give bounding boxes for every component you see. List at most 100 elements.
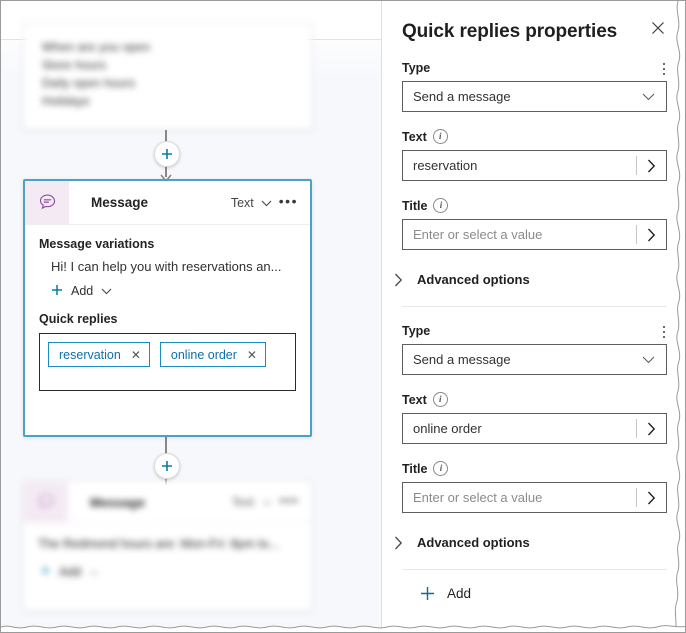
advanced-options-toggle-1[interactable]: Advanced options xyxy=(394,272,667,287)
authoring-canvas[interactable]: When are you open Store hours Daily open… xyxy=(1,1,381,632)
kebab-dot xyxy=(662,325,666,329)
section-more-options-icon[interactable] xyxy=(655,322,673,342)
message-bubble-icon xyxy=(25,181,69,224)
trigger-phrase-list: When are you open Store hours Daily open… xyxy=(24,24,311,110)
trigger-phrase: Daily open hours xyxy=(42,76,136,90)
title-field-group-1: Title i Enter or select a value xyxy=(402,198,667,250)
trigger-node-card[interactable]: When are you open Store hours Daily open… xyxy=(23,23,312,130)
app-window: When are you open Store hours Daily open… xyxy=(0,0,686,633)
message-bubble-icon xyxy=(24,482,68,522)
kebab-dot xyxy=(662,335,666,339)
chevron-right-icon xyxy=(394,536,403,550)
quick-reply-chip[interactable]: reservation ✕ xyxy=(48,342,150,367)
title-input-placeholder: Enter or select a value xyxy=(413,490,543,505)
chevron-down-icon[interactable] xyxy=(261,196,272,210)
info-icon[interactable]: i xyxy=(432,392,448,407)
info-icon[interactable]: i xyxy=(432,129,448,144)
quick-replies-container[interactable]: reservation ✕ online order ✕ xyxy=(39,333,296,391)
next-node-header: Message Text ••• xyxy=(24,482,311,523)
properties-panel: Quick replies properties Type Send a mes… xyxy=(382,1,685,632)
info-icon[interactable]: i xyxy=(433,461,449,476)
advanced-options-toggle-2[interactable]: Advanced options xyxy=(394,535,667,550)
section-divider xyxy=(402,306,667,307)
plus-icon xyxy=(420,586,435,601)
message-variation-text[interactable]: Hi! I can help you with reservations an.… xyxy=(39,259,296,274)
chevron-right-icon[interactable] xyxy=(637,228,666,242)
text-input-1[interactable]: reservation xyxy=(402,150,667,181)
text-label: Text i xyxy=(402,129,667,144)
type-label: Type xyxy=(402,324,667,338)
title-label: Title i xyxy=(402,198,667,213)
text-input-2[interactable]: online order xyxy=(402,413,667,444)
node-more-options-icon[interactable]: ••• xyxy=(280,493,299,508)
next-node-text: The Redmond hours are: Mon-Fri: 8pm to..… xyxy=(38,537,280,551)
page-title: Quick replies properties xyxy=(402,21,618,42)
text-input-value: online order xyxy=(413,421,482,436)
message-node-header: Message Text ••• xyxy=(25,181,310,225)
message-node-card[interactable]: Message Text ••• Message variations Hi! … xyxy=(23,179,312,437)
add-variation-button[interactable]: Add xyxy=(39,284,296,298)
title-label-text: Title xyxy=(402,198,428,213)
panel-divider xyxy=(381,1,382,632)
node-type-dropdown-label[interactable]: Text xyxy=(232,495,254,509)
message-node-title: Message xyxy=(91,195,149,210)
chevron-down-icon[interactable] xyxy=(262,495,272,509)
close-icon[interactable]: ✕ xyxy=(247,349,257,361)
text-label-text: Text xyxy=(402,392,427,407)
chevron-down-icon xyxy=(642,93,666,101)
section-more-options-icon[interactable] xyxy=(655,59,673,79)
next-message-node-card[interactable]: Message Text ••• The Redmond hours are: … xyxy=(23,481,312,611)
kebab-dot xyxy=(662,330,666,334)
chevron-right-icon[interactable] xyxy=(637,159,666,173)
kebab-dot xyxy=(662,62,666,66)
quick-reply-chip-label: online order xyxy=(170,347,237,362)
node-type-dropdown-label[interactable]: Text xyxy=(231,196,254,210)
quick-reply-chip[interactable]: online order ✕ xyxy=(159,342,266,367)
text-input-value: reservation xyxy=(413,158,478,173)
trigger-phrase: Holidays xyxy=(42,94,90,108)
close-icon[interactable] xyxy=(649,20,667,42)
title-input-1[interactable]: Enter or select a value xyxy=(402,219,667,250)
chevron-right-icon xyxy=(394,273,403,287)
add-node-button[interactable] xyxy=(154,141,180,167)
type-label-text: Type xyxy=(402,324,431,338)
type-label-text: Type xyxy=(402,61,431,75)
trigger-phrase: When are you open xyxy=(42,40,151,54)
type-field-group-2: Type Send a message xyxy=(402,324,667,375)
type-dropdown-2[interactable]: Send a message xyxy=(402,344,667,375)
trigger-phrase: Store hours xyxy=(42,58,107,72)
add-quick-reply-button[interactable]: Add xyxy=(420,586,667,601)
next-node-add-button[interactable]: Add xyxy=(38,565,297,579)
chevron-right-icon[interactable] xyxy=(637,422,666,436)
add-node-button[interactable] xyxy=(154,453,180,479)
section-divider xyxy=(402,569,667,570)
type-dropdown-value: Send a message xyxy=(413,89,511,104)
info-icon[interactable]: i xyxy=(433,198,449,213)
title-input-placeholder: Enter or select a value xyxy=(413,227,543,242)
advanced-options-label: Advanced options xyxy=(417,272,530,287)
kebab-dot xyxy=(662,72,666,76)
message-node-header-actions: Text ••• xyxy=(231,194,310,210)
plus-icon xyxy=(40,565,51,579)
plus-icon xyxy=(51,284,63,298)
quick-reply-chip-label: reservation xyxy=(59,347,121,362)
text-field-group-1: Text i reservation xyxy=(402,129,667,181)
node-more-options-icon[interactable]: ••• xyxy=(279,194,298,209)
chevron-right-icon[interactable] xyxy=(637,491,666,505)
add-variation-label: Add xyxy=(71,284,94,298)
next-node-title: Message xyxy=(90,494,145,510)
type-dropdown-value: Send a message xyxy=(413,352,511,367)
title-input-2[interactable]: Enter or select a value xyxy=(402,482,667,513)
chevron-down-icon[interactable] xyxy=(101,284,112,298)
type-dropdown-1[interactable]: Send a message xyxy=(402,81,667,112)
quick-replies-label: Quick replies xyxy=(39,312,118,326)
chevron-down-icon[interactable] xyxy=(89,565,99,579)
next-node-body: The Redmond hours are: Mon-Fri: 8pm to..… xyxy=(24,523,311,579)
chevron-down-icon xyxy=(642,356,666,364)
connector-line xyxy=(165,437,167,454)
text-label: Text i xyxy=(402,392,667,407)
type-field-group-1: Type Send a message xyxy=(402,61,667,112)
title-field-group-2: Title i Enter or select a value xyxy=(402,461,667,513)
next-node-header-actions: Text ••• xyxy=(232,493,311,509)
close-icon[interactable]: ✕ xyxy=(131,349,141,361)
